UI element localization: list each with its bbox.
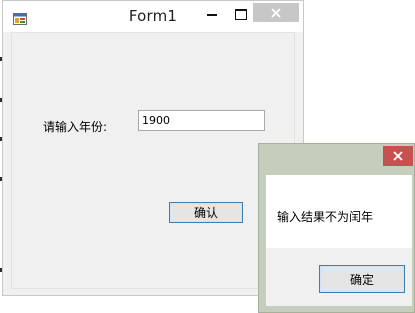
- desktop: Form1 请输入年份: 确认: [0, 0, 415, 313]
- maximize-button[interactable]: [227, 5, 253, 23]
- main-titlebar[interactable]: Form1: [3, 1, 303, 32]
- year-input[interactable]: [138, 110, 265, 131]
- dialog-close-button[interactable]: [383, 146, 413, 166]
- confirm-button[interactable]: 确认: [169, 202, 243, 223]
- close-icon: [253, 3, 299, 22]
- ok-button[interactable]: 确定: [319, 265, 405, 293]
- dialog-message-area: 输入结果不为闰年: [266, 175, 412, 248]
- message-dialog: 输入结果不为闰年 确定: [258, 143, 415, 313]
- dialog-body: 输入结果不为闰年 确定: [266, 175, 412, 306]
- form-client-area: [11, 32, 295, 289]
- close-icon: [383, 146, 413, 166]
- year-label: 请输入年份:: [43, 120, 108, 134]
- minimize-button[interactable]: [199, 5, 225, 23]
- dialog-message: 输入结果不为闰年: [277, 210, 374, 224]
- close-button[interactable]: [253, 3, 299, 22]
